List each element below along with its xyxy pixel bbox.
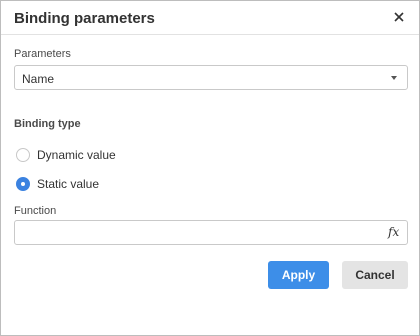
binding-type-label: Binding type: [14, 118, 81, 130]
function-input[interactable]: fx: [14, 220, 408, 245]
radio-button-checked[interactable]: [16, 177, 30, 191]
parameters-select-value: Name: [22, 72, 55, 86]
radio-static-value-label: Static value: [37, 177, 100, 191]
function-label: Function: [14, 205, 57, 217]
close-icon[interactable]: [391, 9, 407, 25]
function-fx-icon[interactable]: fx: [388, 225, 402, 240]
dialog-title: Binding parameters: [14, 10, 155, 27]
binding-parameters-dialog: Binding parameters Parameters Name Bindi…: [0, 0, 420, 336]
radio-dynamic-value-label: Dynamic value: [37, 148, 116, 162]
cancel-button[interactable]: Cancel: [342, 261, 408, 289]
parameters-label: Parameters: [14, 48, 71, 60]
apply-button[interactable]: Apply: [268, 261, 329, 289]
chevron-down-icon: [391, 76, 397, 80]
parameters-select[interactable]: Name: [14, 65, 408, 90]
radio-button-unchecked[interactable]: [16, 148, 30, 162]
dialog-titlebar: Binding parameters: [1, 1, 419, 35]
